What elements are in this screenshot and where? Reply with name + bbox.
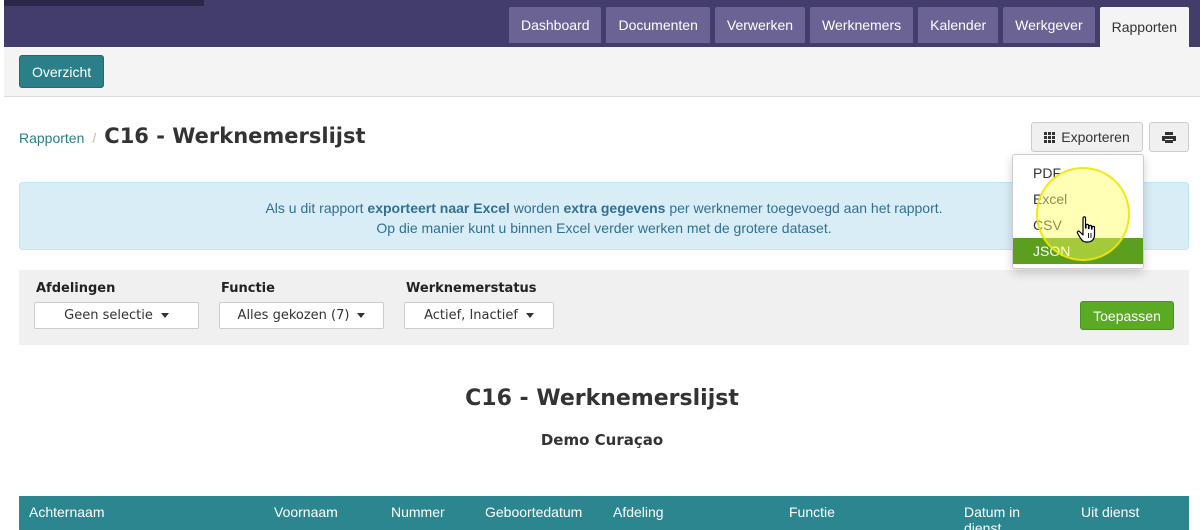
page: Dashboard Documenten Verwerken Werknemer… (0, 0, 1204, 530)
departments-select[interactable]: Geen selectie (34, 302, 199, 329)
page-title: C16 - Werknemerslijst (104, 124, 366, 148)
export-option-json[interactable]: JSON (1013, 238, 1143, 264)
filter-departments: Afdelingen Geen selectie (34, 281, 199, 329)
tab-werkgever[interactable]: Werkgever (1003, 7, 1095, 43)
export-button-label: Exporteren (1061, 129, 1130, 145)
status-select[interactable]: Actief, Inactief (404, 302, 554, 329)
caret-down-icon (525, 313, 534, 318)
column-header-afdeling[interactable]: Afdeling (613, 504, 664, 520)
caret-down-icon (357, 313, 366, 318)
overview-button[interactable]: Overzicht (19, 55, 105, 88)
tab-documenten[interactable]: Documenten (606, 7, 710, 43)
brand-area (4, 0, 204, 6)
function-select[interactable]: Alles gekozen (7) (219, 302, 384, 329)
filter-label: Functie (221, 281, 275, 296)
caret-down-icon (160, 313, 169, 318)
sub-navigation: Overzicht (4, 47, 1200, 97)
report-subtitle: Demo Curaçao (540, 431, 664, 449)
breadcrumb-separator: / (92, 130, 97, 146)
tab-dashboard[interactable]: Dashboard (508, 7, 602, 43)
main-tabs: Dashboard Documenten Verwerken Werknemer… (508, 7, 1189, 47)
report-title: C16 - Werknemerslijst (465, 386, 739, 411)
tab-kalender[interactable]: Kalender (918, 7, 999, 43)
column-header-achternaam[interactable]: Achternaam (29, 504, 104, 520)
tab-verwerken[interactable]: Verwerken (714, 7, 806, 43)
filter-label: Werknemerstatus (406, 281, 537, 296)
filter-panel: Afdelingen Geen selectie Functie Alles g… (19, 270, 1189, 345)
table-header: Achternaam Voornaam Nummer Geboortedatum… (19, 496, 1189, 530)
column-header-nummer[interactable]: Nummer (391, 504, 445, 520)
filter-status: Werknemerstatus Actief, Inactief (404, 281, 554, 329)
column-header-voornaam[interactable]: Voornaam (274, 504, 338, 520)
tab-werknemers[interactable]: Werknemers (810, 7, 914, 43)
column-header-uit-dienst[interactable]: Uit dienst (1081, 504, 1139, 520)
filter-label: Afdelingen (36, 281, 116, 296)
apply-button[interactable]: Toepassen (1080, 301, 1174, 330)
column-header-geboortedatum[interactable]: Geboortedatum (485, 504, 582, 520)
print-icon (1162, 131, 1176, 143)
breadcrumb: Rapporten / C16 - Werknemerslijst (19, 124, 366, 148)
filter-function: Functie Alles gekozen (7) (219, 281, 384, 329)
export-option-csv[interactable]: CSV (1013, 212, 1143, 238)
column-header-datum-in-dienst[interactable]: Datum in dienst (964, 504, 1044, 530)
grid-icon (1044, 131, 1056, 143)
tab-rapporten[interactable]: Rapporten (1099, 7, 1189, 47)
breadcrumb-link-rapporten[interactable]: Rapporten (19, 130, 84, 146)
top-navigation: Dashboard Documenten Verwerken Werknemer… (4, 0, 1200, 47)
export-button[interactable]: Exporteren (1031, 122, 1143, 152)
export-option-pdf[interactable]: PDF (1013, 160, 1143, 186)
export-option-excel[interactable]: Excel (1013, 186, 1143, 212)
column-header-functie[interactable]: Functie (789, 504, 835, 520)
export-dropdown-menu: PDF Excel CSV JSON (1012, 154, 1144, 269)
print-button[interactable] (1149, 122, 1189, 152)
